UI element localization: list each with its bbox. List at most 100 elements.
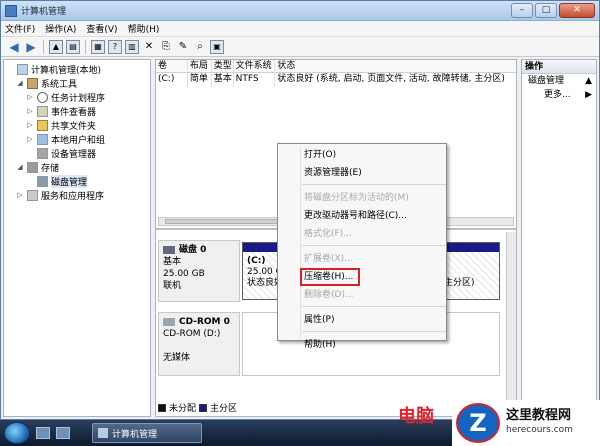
legend-primary: 主分区 bbox=[210, 404, 238, 414]
context-menu-item-mark-active: 将磁盘分区标为活动的(M) bbox=[304, 193, 409, 203]
properties-icon[interactable]: ▦ bbox=[91, 39, 105, 54]
tree-item-label: 事件查看器 bbox=[51, 107, 97, 118]
context-menu-item-properties[interactable]: 属性(P) bbox=[278, 311, 446, 329]
tree-item-storage[interactable]: ◢ 存储 bbox=[4, 160, 150, 174]
context-menu-item-explorer[interactable]: 资源管理器(E) bbox=[278, 164, 446, 182]
disk-management-icon bbox=[37, 175, 48, 187]
tree-item-shared-folders[interactable]: ▷ 共享文件夹 bbox=[4, 118, 150, 132]
close-button[interactable]: ✕ bbox=[559, 3, 595, 18]
taskbar-computer-management[interactable]: 计算机管理 bbox=[92, 423, 202, 443]
actions-section-disk-management[interactable]: 磁盘管理 ▲ bbox=[522, 74, 596, 88]
disk-legend: 未分配 主分区 bbox=[158, 401, 237, 414]
watermark-site-url: herecours.com bbox=[506, 425, 573, 435]
tree-item-label: 任务计划程序 bbox=[51, 93, 106, 104]
menu-action[interactable]: 操作(A) bbox=[45, 22, 76, 35]
back-arrow-icon[interactable]: ◀ bbox=[7, 40, 21, 54]
cd-drive-icon bbox=[163, 318, 175, 326]
disk-0-info[interactable]: 磁盘 0 基本 25.00 GB 联机 bbox=[158, 240, 240, 302]
computer-management-icon bbox=[98, 428, 108, 438]
help-icon[interactable]: ? bbox=[108, 39, 122, 54]
main-area: 计算机管理(本地) ◢ 系统工具 ▷ 任务计划程序 ▷ 事件查看器 ▷ 共享文件夹 ▷ 本地用户和组… bbox=[1, 59, 599, 419]
start-button[interactable] bbox=[4, 422, 30, 444]
tree-item-computer-management-local[interactable]: 计算机管理(本地) bbox=[4, 62, 150, 76]
delete-icon[interactable]: ✕ bbox=[142, 40, 156, 54]
watermark-site-name: 这里教程网 bbox=[506, 408, 572, 423]
open-icon[interactable]: ⎘ bbox=[159, 40, 173, 54]
watermark-logo: Z bbox=[456, 403, 500, 443]
expand-icon[interactable]: ▷ bbox=[26, 93, 34, 101]
toolbar-separator bbox=[85, 39, 86, 54]
collapse-icon[interactable]: ▲ bbox=[585, 74, 592, 88]
col-volume[interactable]: 卷 bbox=[156, 60, 188, 72]
tree-item-task-scheduler[interactable]: ▷ 任务计划程序 bbox=[4, 90, 150, 104]
window-title: 计算机管理 bbox=[21, 7, 67, 17]
task-scheduler-icon bbox=[37, 91, 48, 103]
col-status[interactable]: 状态 bbox=[275, 60, 516, 72]
shared-folders-icon bbox=[37, 119, 48, 131]
cell-status: 状态良好 (系统, 启动, 页面文件, 活动, 故障转储, 主分区) bbox=[277, 74, 505, 84]
tree-item-event-viewer[interactable]: ▷ 事件查看器 bbox=[4, 104, 150, 118]
forward-arrow-icon[interactable]: ▶ bbox=[24, 40, 38, 54]
cdrom-0-name: CD-ROM 0 bbox=[179, 317, 230, 327]
show-hide-tree-icon[interactable]: ▤ bbox=[66, 39, 80, 54]
expand-icon[interactable]: ▷ bbox=[26, 107, 34, 115]
primary-swatch bbox=[199, 403, 208, 412]
switch-windows-icon[interactable] bbox=[56, 427, 70, 439]
context-menu-item-change-drive-letter[interactable]: 更改驱动器号和路径(C)... bbox=[278, 207, 446, 225]
unallocated-swatch bbox=[158, 403, 166, 412]
cell-filesystem: NTFS bbox=[234, 73, 276, 87]
cdrom-0-status: 无媒体 bbox=[163, 353, 191, 363]
disk-0-size: 25.00 GB bbox=[163, 269, 205, 279]
tree-item-disk-management[interactable]: 磁盘管理 bbox=[4, 174, 150, 188]
context-menu-item-extend-volume: 扩展卷(X)... bbox=[304, 254, 353, 264]
context-menu-item-format: 格式化(F)... bbox=[304, 229, 352, 239]
context-menu-item-help[interactable]: 帮助(H) bbox=[278, 336, 446, 354]
tree-item-label: 磁盘管理 bbox=[51, 174, 88, 188]
toolbar: ◀ ▶ ▲ ▤ ▦ ? ▥ ✕ ⎘ ✎ ⌕ ▣ bbox=[1, 37, 599, 57]
tree-item-label: 存储 bbox=[41, 163, 60, 174]
col-filesystem[interactable]: 文件系统 bbox=[234, 60, 276, 72]
minimize-button[interactable]: – bbox=[511, 3, 533, 18]
computer-management-local-icon bbox=[17, 63, 28, 75]
actions-header: 操作 bbox=[522, 60, 596, 74]
menu-view[interactable]: 查看(V) bbox=[86, 22, 117, 35]
tree-item-services-applications[interactable]: ▷ 服务和应用程序 bbox=[4, 188, 150, 202]
cell-type: 基本 bbox=[212, 73, 234, 87]
cdrom-0-info[interactable]: CD-ROM 0 CD-ROM (D:) 无媒体 bbox=[158, 312, 240, 376]
expand-icon[interactable]: ▷ bbox=[16, 191, 24, 199]
tree-item-local-users-groups[interactable]: ▷ 本地用户和组 bbox=[4, 132, 150, 146]
expand-icon[interactable]: ▷ bbox=[26, 135, 34, 143]
cdrom-0-title: CD-ROM 0 bbox=[163, 316, 235, 328]
maximize-button[interactable]: □ bbox=[535, 3, 557, 18]
system-tools-icon bbox=[27, 77, 38, 89]
tree-item-device-manager[interactable]: 设备管理器 bbox=[4, 146, 150, 160]
new-icon[interactable]: ✎ bbox=[176, 40, 190, 54]
disk-0-title: 磁盘 0 bbox=[163, 244, 235, 256]
up-folder-icon[interactable]: ▲ bbox=[49, 39, 63, 54]
taskbar-label: 计算机管理 bbox=[112, 429, 158, 440]
context-menu-item-shrink-volume[interactable]: 压缩卷(H)... bbox=[300, 268, 360, 286]
disk-0-type: 基本 bbox=[163, 257, 182, 267]
menu-file[interactable]: 文件(F) bbox=[5, 22, 35, 35]
menu-help[interactable]: 帮助(H) bbox=[128, 22, 160, 35]
expand-icon[interactable]: ▷ bbox=[26, 121, 34, 129]
watermark-text: 电脑 bbox=[398, 406, 434, 427]
event-viewer-icon bbox=[37, 105, 48, 117]
actions-more[interactable]: 更多... ▶ bbox=[522, 88, 596, 102]
context-menu-item-open[interactable]: 打开(O) bbox=[278, 146, 446, 164]
table-row[interactable]: (C:) 简单 基本 NTFS 状态良好 (系统, 启动, 页面文件, 活动, … bbox=[156, 73, 516, 87]
context-menu-item-delete-volume: 删除卷(D)... bbox=[304, 290, 354, 300]
col-layout[interactable]: 布局 bbox=[188, 60, 212, 72]
refresh-icon[interactable]: ▥ bbox=[125, 39, 139, 54]
legend-unallocated: 未分配 bbox=[169, 404, 197, 414]
search-icon[interactable]: ⌕ bbox=[193, 40, 207, 54]
vertical-scrollbar[interactable] bbox=[506, 232, 516, 416]
scrollbar-thumb[interactable] bbox=[165, 219, 285, 224]
expand-icon[interactable]: ◢ bbox=[16, 79, 24, 87]
col-type[interactable]: 类型 bbox=[212, 60, 234, 72]
tree-item-system-tools[interactable]: ◢ 系统工具 bbox=[4, 76, 150, 90]
show-desktop-icon[interactable] bbox=[36, 427, 50, 439]
expand-icon[interactable]: ◢ bbox=[16, 163, 24, 171]
cell-layout: 简单 bbox=[188, 73, 212, 87]
disk-icon[interactable]: ▣ bbox=[210, 39, 224, 54]
